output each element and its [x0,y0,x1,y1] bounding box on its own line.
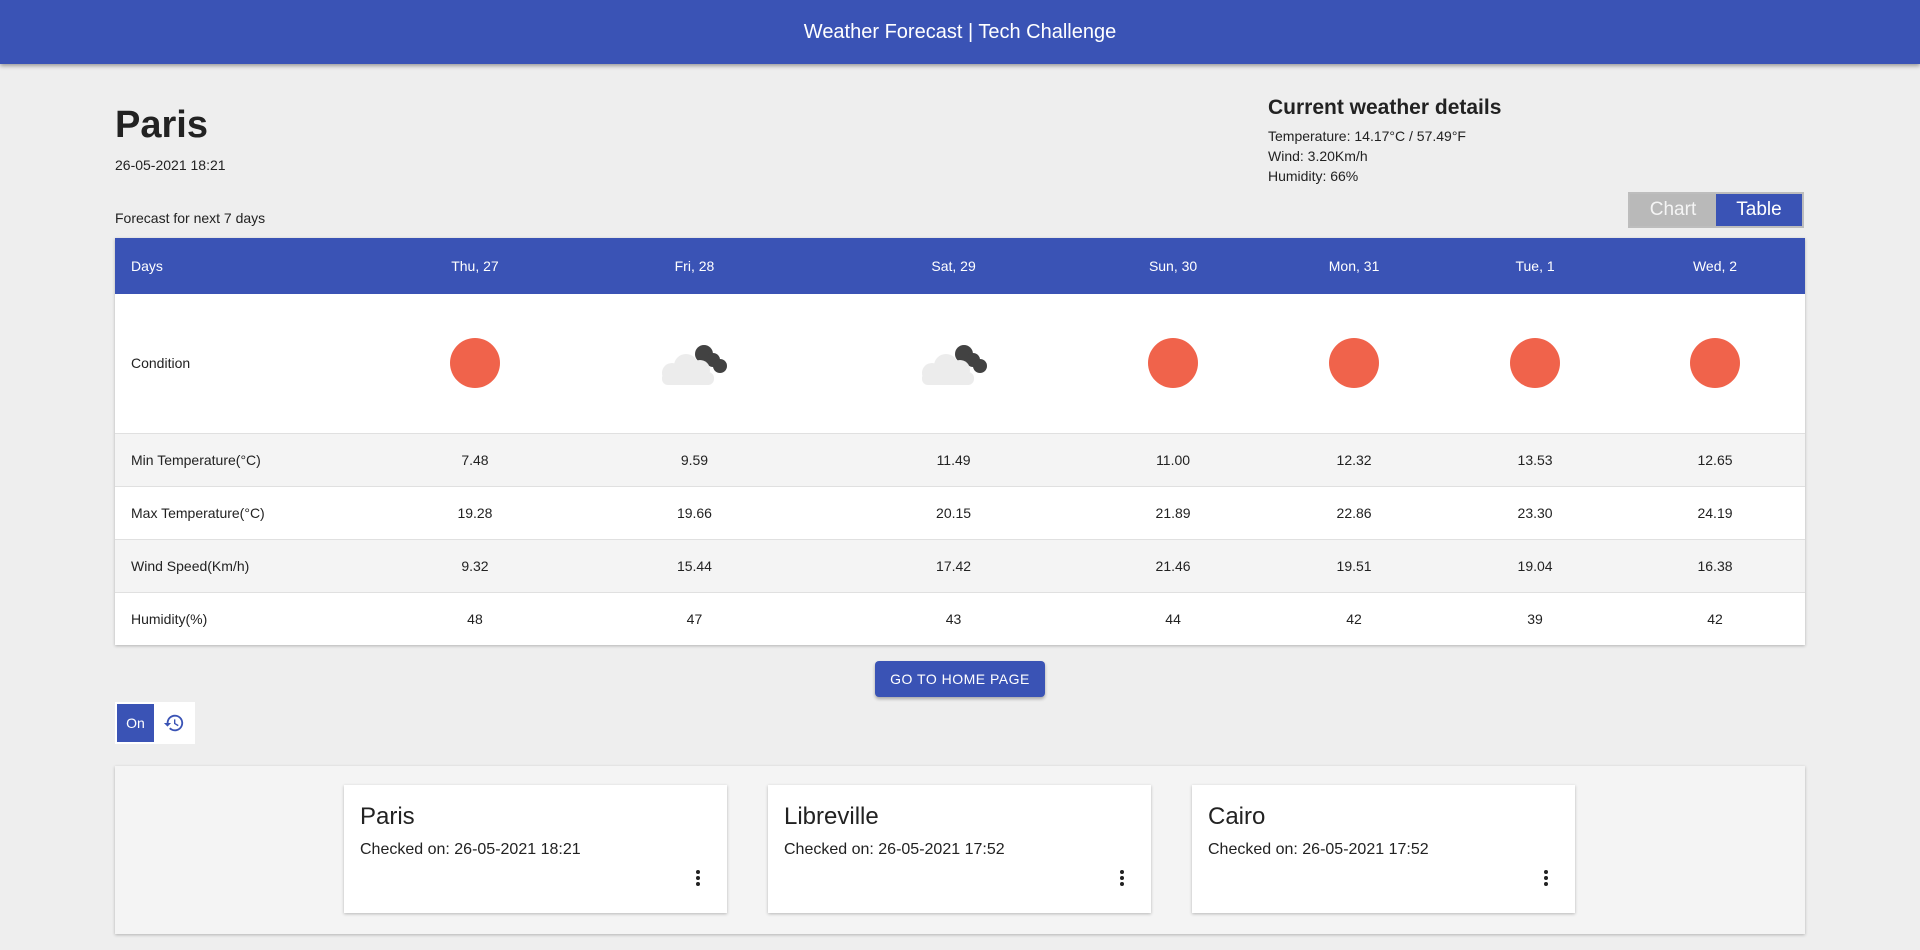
history-card[interactable]: Cairo Checked on: 26-05-2021 17:52 [1192,785,1575,913]
table-cell: 12.32 [1336,451,1372,468]
table-cell: 9.32 [461,557,489,574]
history-icon [163,714,183,732]
row-label: Wind Speed(Km/h) [131,557,250,574]
table-cell: 16.38 [1697,557,1733,574]
go-to-home-button[interactable]: GO TO HOME PAGE [875,661,1045,697]
day-header: Wed, 2 [1692,258,1738,274]
history-card[interactable]: Paris Checked on: 26-05-2021 18:21 [344,785,727,913]
table-cell: 19.04 [1517,557,1553,574]
table-cell: 12.65 [1697,451,1733,468]
table-row: Max Temperature(°C) 19.28 19.66 20.15 21… [115,486,1805,539]
table-cell: 44 [1165,610,1181,627]
city-name: Paris [115,104,208,146]
app-bar: Weather Forecast | Tech Challenge [0,0,1920,64]
row-label: Humidity(%) [131,610,208,627]
day-header: Mon, 31 [1328,258,1380,274]
history-toggle-button[interactable] [154,712,193,734]
current-temperature: Temperature: 14.17°C / 57.49°F [1268,128,1466,144]
more-vert-icon[interactable] [1119,869,1125,887]
table-cell: 7.48 [461,451,489,468]
row-label: Max Temperature(°C) [131,504,265,521]
cloud-moon-icon [662,345,728,386]
app-title: Weather Forecast | Tech Challenge [803,20,1117,43]
table-cell: 21.89 [1155,504,1191,521]
more-vert-icon[interactable] [1543,869,1549,887]
sun-icon [1510,338,1561,389]
forecast-label: Forecast for next 7 days [115,210,266,226]
history-card[interactable]: Libreville Checked on: 26-05-2021 17:52 [768,785,1151,913]
table-cell: 19.66 [676,504,712,521]
table-cell: 48 [467,610,483,627]
row-label: Condition [131,355,191,372]
sun-icon [1329,338,1380,389]
condition-row: Condition [115,294,1805,433]
history-panel: Paris Checked on: 26-05-2021 18:21 Libre… [115,766,1805,934]
history-switch: On [115,702,195,744]
table-cell: 19.51 [1336,557,1372,574]
table-cell: 20.15 [936,504,972,521]
sun-icon [1690,338,1740,389]
day-header: Sun, 30 [1148,258,1198,274]
table-cell: 22.86 [1336,504,1372,521]
history-on-button[interactable]: On [117,704,154,742]
table-cell: 23.30 [1517,504,1553,521]
day-header: Fri, 28 [674,258,715,274]
view-toggle: Chart Table [1628,192,1804,228]
table-cell: 17.42 [936,557,972,574]
table-view-button[interactable]: Table [1716,194,1802,226]
days-header: Days [131,258,163,274]
table-cell: 13.53 [1517,451,1553,468]
more-vert-icon[interactable] [695,869,701,887]
table-cell: 47 [686,610,703,627]
row-label: Min Temperature(°C) [131,451,261,468]
chart-view-button[interactable]: Chart [1630,194,1716,226]
history-card-checked: Checked on: 26-05-2021 18:21 [360,841,581,858]
sun-icon [1148,338,1199,389]
table-cell: 11.00 [1156,451,1191,468]
current-wind: Wind: 3.20Km/h [1268,148,1368,164]
day-header: Thu, 27 [451,258,499,274]
forecast-header-row: Days Thu, 27 Fri, 28 Sat, 29 Sun, 30 Mon… [115,238,1805,294]
table-cell: 43 [945,610,962,627]
table-row: Wind Speed(Km/h) 9.32 15.44 17.42 21.46 … [115,539,1805,592]
current-weather-panel: Current weather details Temperature: 14.… [1268,96,1501,186]
current-humidity: Humidity: 66% [1268,168,1359,184]
table-cell: 21.46 [1155,557,1191,574]
history-card-checked: Checked on: 26-05-2021 17:52 [784,841,1005,858]
history-card-city: Paris [360,803,415,830]
current-weather-title: Current weather details [1268,96,1502,119]
table-cell: 15.44 [676,557,712,574]
table-cell: 24.19 [1697,504,1733,521]
day-header: Sat, 29 [931,258,976,274]
table-row: Humidity(%) 48 47 43 44 42 39 42 [115,592,1805,645]
table-cell: 42 [1346,610,1362,627]
sun-icon [449,338,500,389]
table-cell: 42 [1707,610,1723,627]
table-cell: 11.49 [936,451,971,468]
forecast-table: Days Thu, 27 Fri, 28 Sat, 29 Sun, 30 Mon… [115,238,1805,645]
table-row: Min Temperature(°C) 7.48 9.59 11.49 11.0… [115,433,1805,486]
history-card-city: Libreville [784,803,879,830]
table-cell: 19.28 [457,504,493,521]
table-cell: 9.59 [680,451,709,468]
location-datetime: 26-05-2021 18:21 [115,157,226,173]
day-header: Tue, 1 [1515,258,1555,274]
cloud-moon-icon [921,345,987,386]
history-card-checked: Checked on: 26-05-2021 17:52 [1208,841,1429,858]
table-cell: 39 [1527,610,1543,627]
history-card-city: Cairo [1208,803,1266,830]
